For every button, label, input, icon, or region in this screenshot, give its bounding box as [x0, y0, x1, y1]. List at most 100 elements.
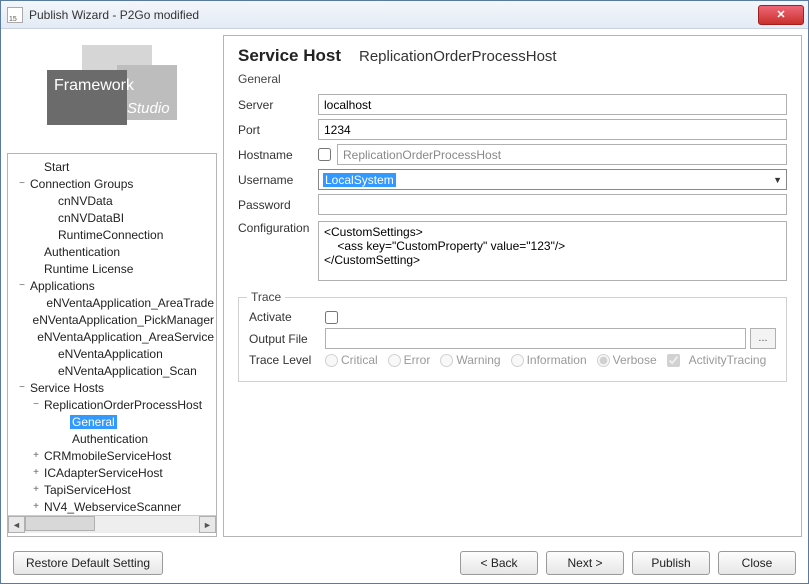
navigation-tree[interactable]: Start−Connection GroupscnNVDatacnNVDataB…	[7, 153, 217, 537]
tree-item[interactable]: +CRMmobileServiceHost	[8, 447, 216, 464]
tree-item-label: Authentication	[70, 432, 150, 446]
tree-item[interactable]: RuntimeConnection	[8, 226, 216, 243]
trace-warning-radio	[440, 354, 453, 367]
password-label: Password	[238, 198, 318, 212]
tree-item-label: ICAdapterServiceHost	[42, 466, 165, 480]
server-label: Server	[238, 98, 318, 112]
tree-item[interactable]: +TapiServiceHost	[8, 481, 216, 498]
password-input[interactable]	[318, 194, 787, 215]
username-select[interactable]: LocalSystem ▼	[318, 169, 787, 190]
tree-item-label: TapiServiceHost	[42, 483, 133, 497]
tree-item-label: CRMmobileServiceHost	[42, 449, 173, 463]
trace-information-radio	[511, 354, 524, 367]
page-title: Service Host	[238, 46, 341, 66]
window-title: Publish Wizard - P2Go modified	[29, 8, 758, 22]
activate-checkbox[interactable]	[325, 311, 338, 324]
tree-item[interactable]: −ReplicationOrderProcessHost	[8, 396, 216, 413]
tree-item[interactable]: Start	[8, 158, 216, 175]
tree-item[interactable]: eNVentaApplication	[8, 345, 216, 362]
back-button[interactable]: < Back	[460, 551, 538, 575]
trace-level-label: Trace Level	[249, 353, 325, 367]
trace-group: Trace Activate Output File ... Trace Lev…	[238, 297, 787, 382]
footer: Restore Default Setting < Back Next > Pu…	[1, 543, 808, 583]
expand-icon[interactable]: +	[30, 501, 42, 512]
trace-error-radio	[388, 354, 401, 367]
tree-item-label: Connection Groups	[28, 177, 135, 191]
publish-button[interactable]: Publish	[632, 551, 710, 575]
app-icon	[7, 7, 23, 23]
tree-item[interactable]: Authentication	[8, 430, 216, 447]
configuration-textarea[interactable]	[318, 221, 787, 281]
tree-item[interactable]: eNVentaApplication_AreaTrade	[8, 294, 216, 311]
tree-item[interactable]: −Applications	[8, 277, 216, 294]
configuration-label: Configuration	[238, 221, 318, 235]
trace-level-radios: Critical Error Warning Information Verbo…	[325, 353, 766, 367]
port-label: Port	[238, 123, 318, 137]
output-file-input	[325, 328, 746, 349]
publish-wizard-window: Publish Wizard - P2Go modified ✕ Framewo…	[0, 0, 809, 584]
tree-item[interactable]: General	[8, 413, 216, 430]
browse-button[interactable]: ...	[750, 328, 776, 349]
restore-default-button[interactable]: Restore Default Setting	[13, 551, 163, 575]
tree-item[interactable]: eNVentaApplication_AreaService	[8, 328, 216, 345]
tree-item-label: Service Hosts	[28, 381, 106, 395]
section-heading: General	[238, 72, 787, 86]
tree-item[interactable]: +NV4_WebserviceScanner	[8, 498, 216, 515]
tree-item-label: eNVentaApplication_Scan	[56, 364, 199, 378]
username-label: Username	[238, 173, 318, 187]
chevron-down-icon: ▼	[773, 175, 782, 185]
close-button[interactable]: Close	[718, 551, 796, 575]
tree-horizontal-scrollbar[interactable]: ◄►	[8, 515, 216, 533]
expand-icon[interactable]: +	[30, 450, 42, 461]
trace-legend: Trace	[247, 290, 285, 304]
tree-item-label: eNVentaApplication_AreaTrade	[44, 296, 216, 310]
scroll-left-icon[interactable]: ◄	[8, 516, 25, 533]
hostname-checkbox[interactable]	[318, 148, 331, 161]
tree-item-label: ReplicationOrderProcessHost	[42, 398, 204, 412]
framework-studio-logo: Framework Studio	[7, 35, 217, 145]
next-button[interactable]: Next >	[546, 551, 624, 575]
port-input[interactable]	[318, 119, 787, 140]
tree-item[interactable]: cnNVDataBI	[8, 209, 216, 226]
output-file-label: Output File	[249, 332, 325, 346]
server-input[interactable]	[318, 94, 787, 115]
tree-item[interactable]: Runtime License	[8, 260, 216, 277]
tree-item[interactable]: eNVentaApplication_PickManager	[8, 311, 216, 328]
hostname-label: Hostname	[238, 148, 318, 162]
tree-item[interactable]: +ICAdapterServiceHost	[8, 464, 216, 481]
close-icon[interactable]: ✕	[758, 5, 804, 25]
tree-item[interactable]: Authentication	[8, 243, 216, 260]
tree-item-label: Applications	[28, 279, 97, 293]
tree-item-label: RuntimeConnection	[56, 228, 165, 242]
tree-item[interactable]: −Service Hosts	[8, 379, 216, 396]
collapse-icon[interactable]: −	[16, 280, 28, 291]
tree-item-label: Runtime License	[42, 262, 135, 276]
tree-item-label: eNVentaApplication_AreaService	[35, 330, 216, 344]
collapse-icon[interactable]: −	[16, 382, 28, 393]
tree-item[interactable]: −Connection Groups	[8, 175, 216, 192]
hostname-input	[337, 144, 787, 165]
tree-item-label: NV4_WebserviceScanner	[42, 500, 183, 514]
scroll-right-icon[interactable]: ►	[199, 516, 216, 533]
tree-item-label: eNVentaApplication	[56, 347, 165, 361]
tree-item[interactable]: cnNVData	[8, 192, 216, 209]
tree-item-label: General	[70, 415, 117, 429]
trace-verbose-radio	[597, 354, 610, 367]
collapse-icon[interactable]: −	[30, 399, 42, 410]
tree-item[interactable]: eNVentaApplication_Scan	[8, 362, 216, 379]
titlebar[interactable]: Publish Wizard - P2Go modified ✕	[1, 1, 808, 29]
tree-item-label: cnNVData	[56, 194, 115, 208]
service-host-name: ReplicationOrderProcessHost	[359, 48, 557, 65]
collapse-icon[interactable]: −	[16, 178, 28, 189]
scroll-thumb[interactable]	[25, 516, 95, 531]
activate-label: Activate	[249, 310, 325, 324]
trace-critical-radio	[325, 354, 338, 367]
expand-icon[interactable]: +	[30, 484, 42, 495]
trace-activity-checkbox	[667, 354, 680, 367]
expand-icon[interactable]: +	[30, 467, 42, 478]
tree-item-label: cnNVDataBI	[56, 211, 126, 225]
tree-item-label: Authentication	[42, 245, 122, 259]
tree-item-label: Start	[42, 160, 71, 174]
content-panel: Service Host ReplicationOrderProcessHost…	[223, 35, 802, 537]
tree-item-label: eNVentaApplication_PickManager	[31, 313, 216, 327]
